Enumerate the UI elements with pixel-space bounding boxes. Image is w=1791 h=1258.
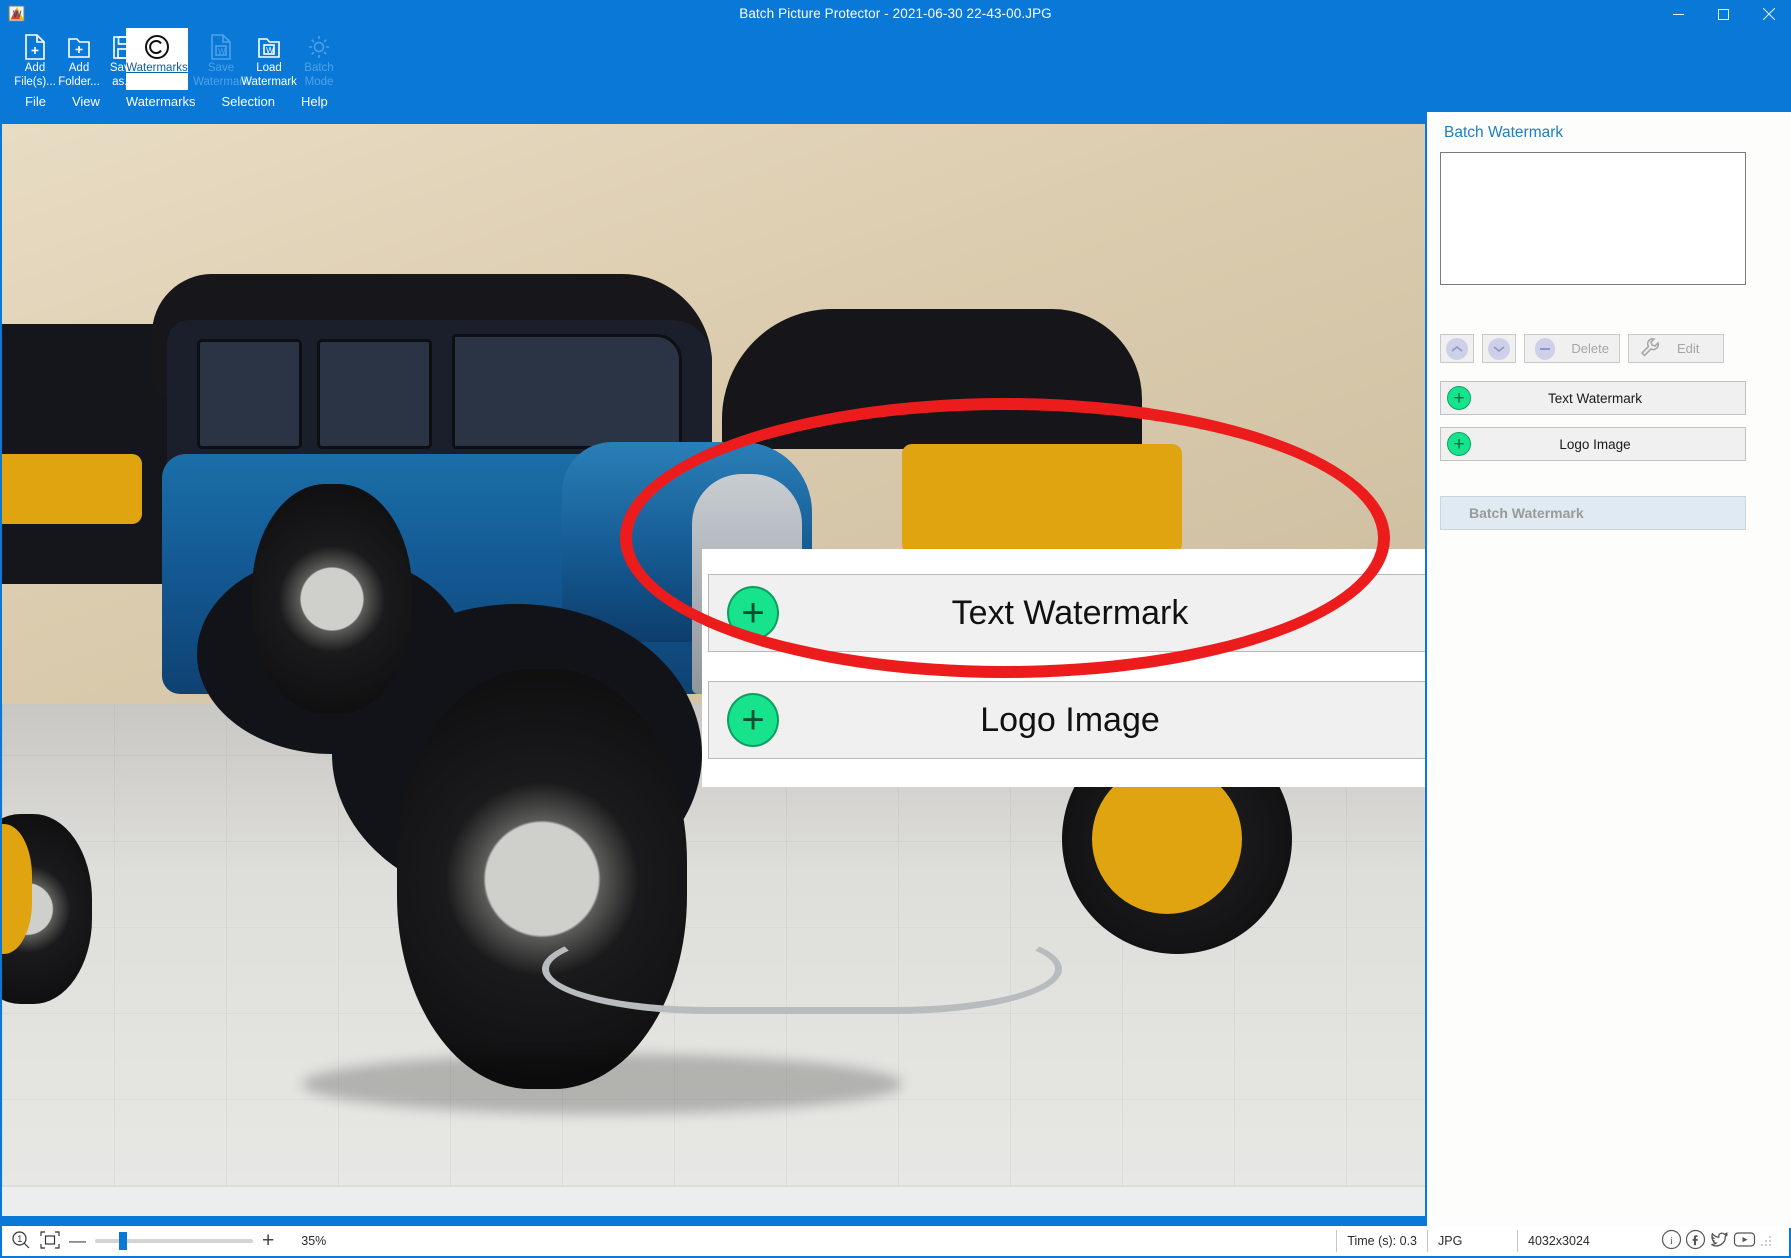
- zoom-in-button[interactable]: +: [262, 1230, 274, 1251]
- minus-circle-icon: [1535, 337, 1556, 360]
- info-circle-icon[interactable]: i: [1661, 1229, 1682, 1253]
- panel-title: Batch Watermark: [1444, 124, 1564, 141]
- copyright-icon: [143, 33, 171, 61]
- wrench-icon: [1639, 337, 1661, 360]
- status-bar-right: Time (s): 0.3 JPG 4032x3024 i: [1336, 1229, 1789, 1253]
- batch-watermark-panel: Batch Watermark Delete Edit + Text Water…: [1427, 112, 1791, 1228]
- toolbar-button-watermarks[interactable]: Watermarks: [126, 28, 188, 90]
- toolbar-label-watermarks: Watermarks: [126, 62, 188, 74]
- zoom-slider[interactable]: [95, 1232, 253, 1250]
- menu-item-selection[interactable]: Selection: [208, 92, 287, 111]
- plus-circle-icon: +: [727, 693, 779, 747]
- edit-button[interactable]: Edit: [1628, 334, 1724, 363]
- facebook-icon[interactable]: [1685, 1229, 1706, 1253]
- toolbar: Add File(s)... Add Folder... Save as... …: [0, 28, 1791, 90]
- status-bar: 1 — + 35% Time (s): 0.3 JPG 4032x3024 i: [2, 1226, 1789, 1256]
- maximize-icon[interactable]: [1701, 0, 1746, 28]
- chevron-up-circle-icon: [1446, 337, 1468, 360]
- w-folder-icon: W: [256, 33, 282, 61]
- window-title: Batch Picture Protector - 2021-06-30 22-…: [739, 6, 1052, 21]
- close-icon[interactable]: [1746, 0, 1791, 28]
- plus-circle-icon: +: [1447, 432, 1471, 456]
- window-controls: [1656, 0, 1791, 28]
- menu-item-view[interactable]: View: [59, 92, 113, 111]
- svg-text:W: W: [266, 45, 274, 55]
- status-dimensions: 4032x3024: [1517, 1230, 1635, 1252]
- social-links: i: [1635, 1229, 1789, 1253]
- delete-button-label: Delete: [1571, 341, 1609, 356]
- toolbar-label-save-watermark-1: Save: [207, 62, 235, 74]
- add-logo-image-label: Logo Image: [1559, 436, 1631, 452]
- folder-plus-icon: [66, 33, 92, 61]
- zoom-controls: 1 — + 35%: [2, 1230, 341, 1253]
- image-viewer[interactable]: + Text Watermark + Logo Image: [2, 124, 1425, 1186]
- zoom-slider-thumb[interactable]: [119, 1232, 127, 1250]
- application-window: W Batch Picture Protector - 2021-06-30 2…: [0, 0, 1791, 1258]
- minimize-icon[interactable]: [1656, 0, 1701, 28]
- status-time: Time (s): 0.3: [1336, 1230, 1427, 1252]
- zoom-out-button[interactable]: —: [69, 1231, 86, 1251]
- svg-text:1: 1: [17, 1234, 22, 1244]
- twitter-icon[interactable]: [1709, 1229, 1730, 1253]
- add-text-watermark-label: Text Watermark: [1547, 390, 1642, 406]
- fit-to-window-icon[interactable]: [40, 1230, 60, 1252]
- plus-circle-icon: +: [727, 586, 779, 640]
- zoom-callout-panel: + Text Watermark + Logo Image: [702, 549, 1425, 787]
- watermark-tool-buttons: Delete Edit: [1440, 334, 1724, 363]
- batch-watermark-label: Batch Watermark: [1469, 505, 1584, 521]
- edit-button-label: Edit: [1677, 341, 1700, 356]
- callout-logo-image-button[interactable]: + Logo Image: [708, 681, 1425, 759]
- menu-item-file[interactable]: File: [12, 92, 59, 111]
- watermark-list[interactable]: [1440, 152, 1746, 285]
- zoom-percent-label: 35%: [301, 1234, 327, 1248]
- horizontal-scroll-area[interactable]: [2, 1186, 1425, 1216]
- chevron-down-circle-icon: [1488, 337, 1510, 360]
- status-format: JPG: [1427, 1230, 1517, 1252]
- toolbar-label-add-files-1: Add: [24, 62, 46, 74]
- add-text-watermark-button[interactable]: + Text Watermark: [1440, 381, 1746, 415]
- move-down-button[interactable]: [1482, 334, 1516, 363]
- toolbar-label-batch-mode-1: Batch: [304, 62, 334, 74]
- plus-circle-icon: +: [1447, 386, 1471, 410]
- zoom-1to1-icon[interactable]: 1: [11, 1230, 31, 1253]
- resize-grip[interactable]: [1759, 1234, 1773, 1248]
- add-logo-image-button[interactable]: + Logo Image: [1440, 427, 1746, 461]
- toolbar-label-load-watermark-1: Load: [256, 62, 282, 74]
- callout-logo-image-label: Logo Image: [980, 700, 1160, 739]
- batch-watermark-button: Batch Watermark: [1440, 496, 1746, 530]
- w-file-icon: W: [208, 33, 234, 61]
- file-plus-icon: [22, 33, 48, 61]
- menu-item-watermarks[interactable]: Watermarks: [113, 92, 209, 111]
- toolbar-button-batch-mode: Batch Mode: [288, 28, 350, 90]
- svg-text:i: i: [1670, 1236, 1673, 1247]
- youtube-icon[interactable]: [1733, 1229, 1756, 1253]
- title-bar: W Batch Picture Protector - 2021-06-30 2…: [0, 0, 1791, 28]
- menu-item-help[interactable]: Help: [288, 92, 341, 111]
- move-up-button[interactable]: [1440, 334, 1474, 363]
- callout-text-watermark-button[interactable]: + Text Watermark: [708, 574, 1425, 652]
- toolbar-label-batch-mode-2: Mode: [304, 75, 334, 88]
- delete-button[interactable]: Delete: [1524, 334, 1620, 363]
- callout-text-watermark-label: Text Watermark: [951, 593, 1189, 632]
- svg-text:W: W: [218, 47, 226, 56]
- menu-bar: File View Watermarks Selection Help: [0, 90, 1791, 112]
- gear-icon: [306, 33, 332, 61]
- toolbar-label-add-folder-1: Add: [68, 62, 90, 74]
